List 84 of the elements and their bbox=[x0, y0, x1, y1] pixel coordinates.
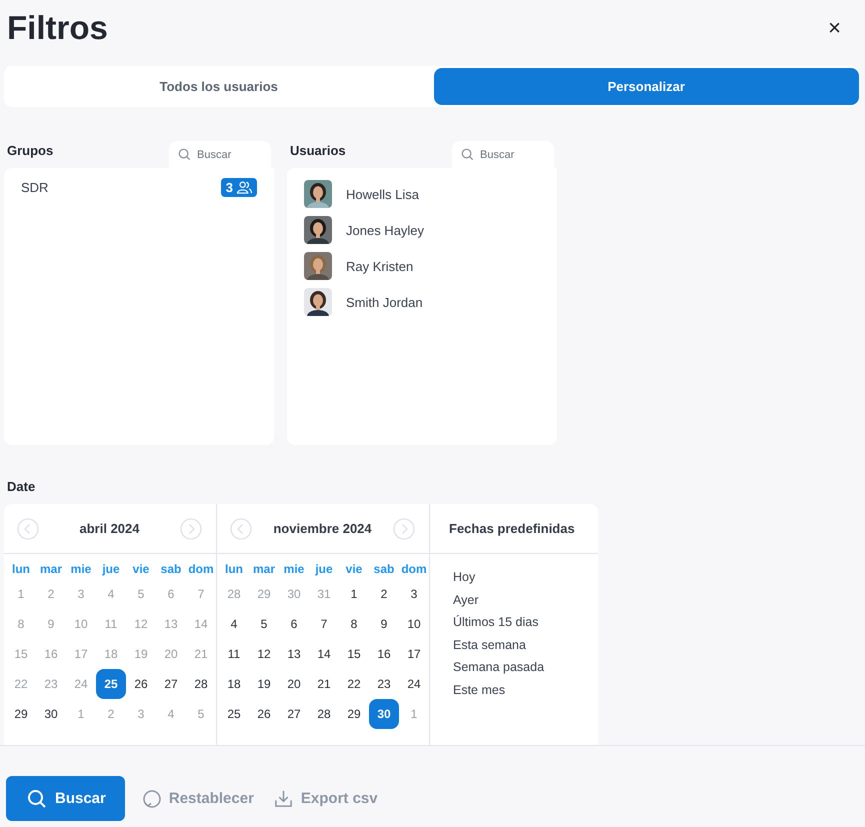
weekday-label: lun bbox=[224, 561, 244, 578]
calendar-day[interactable]: 28 bbox=[186, 669, 216, 699]
weekday-label: mar bbox=[38, 561, 63, 578]
user-name[interactable]: Howells Lisa bbox=[346, 186, 419, 202]
calendar-day[interactable]: 9 bbox=[369, 609, 399, 639]
calendar-day[interactable]: 5 bbox=[249, 609, 279, 639]
calendar-day[interactable]: 11 bbox=[219, 639, 249, 669]
reset-icon bbox=[142, 790, 161, 808]
section-heading: Grupos bbox=[7, 143, 54, 158]
calendar-day[interactable]: 30 bbox=[369, 699, 399, 729]
preset-option[interactable]: Últimos 15 dias bbox=[453, 611, 598, 634]
preset-option[interactable]: Esta semana bbox=[453, 634, 598, 656]
weekday-label: mar bbox=[252, 561, 276, 578]
people-icon bbox=[236, 181, 253, 194]
search-field[interactable]: Buscar bbox=[452, 141, 554, 168]
calendar-day[interactable]: 24 bbox=[399, 669, 429, 699]
weekday-label: sab bbox=[160, 561, 182, 578]
weekday-label: vie bbox=[132, 561, 150, 578]
section-heading: Usuarios bbox=[290, 143, 346, 158]
calendar-day[interactable]: 7 bbox=[309, 609, 339, 639]
close-button[interactable]: × bbox=[820, 15, 859, 41]
calendar-day[interactable]: 20 bbox=[279, 669, 309, 699]
calendar-day[interactable]: 27 bbox=[279, 699, 309, 729]
calendar-day[interactable]: 25 bbox=[219, 699, 249, 729]
preset-option[interactable]: Este mes bbox=[453, 678, 598, 701]
weekday-label: dom bbox=[400, 561, 428, 578]
previous-month-icon[interactable] bbox=[17, 518, 39, 540]
month-title: noviembre 2024 bbox=[273, 521, 372, 536]
calendar-day[interactable]: 21 bbox=[309, 669, 339, 699]
calendar-day[interactable]: 15 bbox=[339, 639, 369, 669]
calendar-day[interactable]: 12 bbox=[249, 639, 279, 669]
calendar-day[interactable]: 16 bbox=[369, 639, 399, 669]
member-count-badge: 3 bbox=[220, 178, 257, 197]
search-icon bbox=[178, 148, 191, 161]
user-name[interactable]: Jones Hayley bbox=[346, 222, 424, 238]
calendar-day[interactable]: 29 bbox=[6, 699, 36, 729]
calendar-day[interactable]: 3 bbox=[399, 579, 429, 609]
search-icon bbox=[461, 148, 474, 161]
section-heading: Date bbox=[7, 479, 36, 494]
preset-option[interactable]: Ayer bbox=[453, 588, 598, 611]
dialog-title: Filtros bbox=[7, 9, 108, 47]
calendar-day[interactable]: 17 bbox=[399, 639, 429, 669]
search-button[interactable]: Buscar bbox=[6, 776, 125, 821]
calendar-day[interactable]: 8 bbox=[339, 609, 369, 639]
calendar-day[interactable]: 18 bbox=[219, 669, 249, 699]
weekday-label: dom bbox=[187, 561, 215, 578]
group-name[interactable]: SDR bbox=[21, 180, 48, 195]
preset-option[interactable]: Hoy bbox=[453, 566, 598, 588]
calendar-day[interactable]: 13 bbox=[279, 639, 309, 669]
calendar-day[interactable]: 23 bbox=[369, 669, 399, 699]
calendar-day[interactable]: 14 bbox=[309, 639, 339, 669]
user-name[interactable]: Ray Kristen bbox=[346, 258, 414, 274]
previous-month-icon[interactable] bbox=[230, 518, 252, 540]
search-field[interactable]: Buscar bbox=[169, 141, 271, 168]
tab[interactable]: Personalizar bbox=[434, 68, 859, 105]
download-icon bbox=[274, 789, 293, 808]
weekday-label: mie bbox=[282, 561, 306, 578]
calendar-day[interactable]: 28 bbox=[309, 699, 339, 729]
calendar-day[interactable]: 30 bbox=[36, 699, 66, 729]
presets-heading: Fechas predefinidas bbox=[430, 504, 598, 554]
weekday-label: lun bbox=[11, 561, 31, 578]
weekday-label: mie bbox=[70, 561, 92, 578]
next-month-icon[interactable] bbox=[180, 518, 202, 540]
calendar-day[interactable]: 29 bbox=[339, 699, 369, 729]
calendar-day[interactable]: 26 bbox=[126, 669, 156, 699]
calendar-day[interactable]: 25 bbox=[96, 669, 126, 699]
calendar-day[interactable]: 6 bbox=[279, 609, 309, 639]
calendar-day[interactable]: 27 bbox=[156, 669, 186, 699]
next-month-icon[interactable] bbox=[393, 518, 415, 540]
user-name[interactable]: Smith Jordan bbox=[346, 294, 423, 310]
weekday-label: vie bbox=[344, 561, 364, 578]
calendar-day[interactable]: 26 bbox=[249, 699, 279, 729]
calendar-day[interactable]: 4 bbox=[219, 609, 249, 639]
calendar-day[interactable]: 19 bbox=[249, 669, 279, 699]
weekday-label: jue bbox=[101, 561, 121, 578]
preset-option[interactable]: Semana pasada bbox=[453, 656, 598, 678]
weekday-label: jue bbox=[314, 561, 334, 578]
calendar-day[interactable]: 22 bbox=[339, 669, 369, 699]
month-title: abril 2024 bbox=[80, 521, 140, 536]
calendar-day[interactable]: 2 bbox=[369, 579, 399, 609]
calendar-day[interactable]: 1 bbox=[339, 579, 369, 609]
calendar-day[interactable]: 10 bbox=[399, 609, 429, 639]
search-icon bbox=[27, 788, 47, 808]
weekday-label: sab bbox=[372, 561, 396, 578]
